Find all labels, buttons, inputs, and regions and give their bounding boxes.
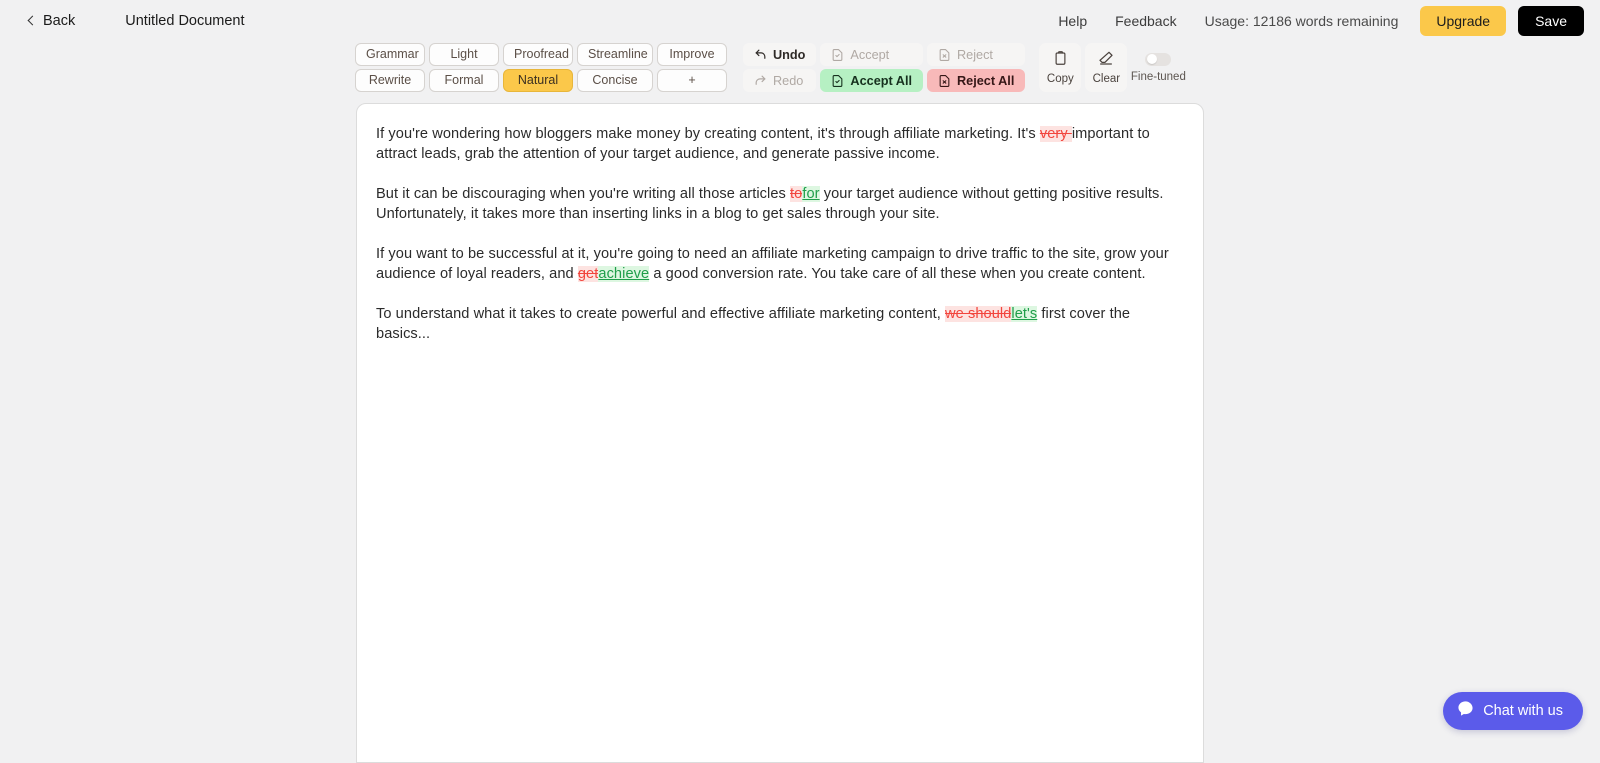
chevron-left-icon: [28, 16, 38, 26]
revision-actions-group: Undo Accept Reject: [743, 43, 1025, 92]
style-button-rewrite[interactable]: Rewrite: [355, 69, 425, 92]
redo-button[interactable]: Redo: [743, 69, 816, 92]
style-button-natural[interactable]: Natural: [503, 69, 573, 92]
inserted-text: for: [802, 186, 819, 202]
accept-label: Accept: [850, 48, 889, 62]
clear-label: Clear: [1093, 73, 1120, 85]
usage-counter: Usage: 12186 words remaining: [1191, 13, 1413, 29]
inserted-text: let's: [1011, 306, 1037, 322]
style-button-streamline[interactable]: Streamline: [577, 43, 653, 66]
deleted-text: to: [790, 186, 802, 202]
accept-all-label: Accept All: [850, 74, 912, 88]
copy-button[interactable]: Copy: [1039, 43, 1081, 92]
style-button-improve[interactable]: Improve: [657, 43, 727, 66]
document-title[interactable]: Untitled Document: [125, 13, 244, 29]
inserted-text: achieve: [598, 266, 649, 282]
help-link[interactable]: Help: [1044, 13, 1101, 29]
top-bar-actions: Help Feedback Usage: 12186 words remaini…: [1044, 0, 1584, 41]
accept-button[interactable]: Accept: [820, 43, 923, 66]
deleted-text: we should: [945, 306, 1011, 322]
paragraph: If you want to be successful at it, you'…: [376, 244, 1184, 284]
paragraph: But it can be discouraging when you're w…: [376, 184, 1184, 224]
undo-label: Undo: [773, 48, 805, 62]
style-button-formal[interactable]: Formal: [429, 69, 499, 92]
chat-bubble-icon: [1457, 700, 1474, 722]
top-bar: Back Untitled Document Help Feedback Usa…: [0, 0, 1600, 41]
body-text: If you're wondering how bloggers make mo…: [376, 126, 1040, 142]
accept-document-icon: [831, 48, 844, 62]
chat-label: Chat with us: [1483, 703, 1563, 719]
document-editor[interactable]: If you're wondering how bloggers make mo…: [356, 103, 1204, 763]
style-button-proofread[interactable]: Proofread: [503, 43, 573, 66]
undo-button[interactable]: Undo: [743, 43, 816, 66]
toggle-knob: [1147, 54, 1157, 64]
fine-tuned-toggle[interactable]: [1145, 53, 1171, 66]
fine-tuned-toggle-wrapper: Fine-tuned: [1131, 43, 1185, 92]
paragraph: To understand what it takes to create po…: [376, 304, 1184, 344]
reject-all-document-icon: [938, 74, 951, 88]
editor-toolbar: Grammar Light Proofread Streamline Impro…: [355, 43, 1185, 92]
upgrade-button[interactable]: Upgrade: [1420, 6, 1506, 36]
deleted-text: get: [578, 266, 599, 282]
clear-button[interactable]: Clear: [1085, 43, 1127, 92]
undo-icon: [754, 48, 767, 61]
reject-all-button[interactable]: Reject All: [927, 69, 1025, 92]
reject-button[interactable]: Reject: [927, 43, 1025, 66]
copy-label: Copy: [1047, 73, 1074, 85]
clipboard-icon: [1053, 50, 1068, 69]
style-button-grammar[interactable]: Grammar: [355, 43, 425, 66]
body-text: a good conversion rate. You take care of…: [649, 266, 1145, 282]
eraser-icon: [1098, 50, 1114, 69]
redo-icon: [754, 74, 767, 87]
back-button-label: Back: [43, 13, 75, 29]
style-button-concise[interactable]: Concise: [577, 69, 653, 92]
paragraph: If you're wondering how bloggers make mo…: [376, 124, 1184, 164]
save-button[interactable]: Save: [1518, 6, 1584, 36]
body-text: To understand what it takes to create po…: [376, 306, 945, 322]
accept-all-button[interactable]: Accept All: [820, 69, 923, 92]
reject-document-icon: [938, 48, 951, 62]
body-text: But it can be discouraging when you're w…: [376, 186, 790, 202]
back-button[interactable]: Back: [29, 13, 75, 29]
deleted-text: very: [1040, 126, 1072, 142]
style-button-add[interactable]: +: [657, 69, 727, 92]
feedback-link[interactable]: Feedback: [1101, 13, 1190, 29]
reject-all-label: Reject All: [957, 74, 1014, 88]
chat-with-us-button[interactable]: Chat with us: [1443, 692, 1583, 730]
style-preset-group: Grammar Light Proofread Streamline Impro…: [355, 43, 727, 92]
style-button-light[interactable]: Light: [429, 43, 499, 66]
reject-label: Reject: [957, 48, 993, 62]
accept-all-document-icon: [831, 74, 844, 88]
utility-buttons-group: Copy Clear Fine-tuned: [1039, 43, 1185, 92]
fine-tuned-label: Fine-tuned: [1131, 71, 1186, 83]
redo-label: Redo: [773, 74, 803, 88]
